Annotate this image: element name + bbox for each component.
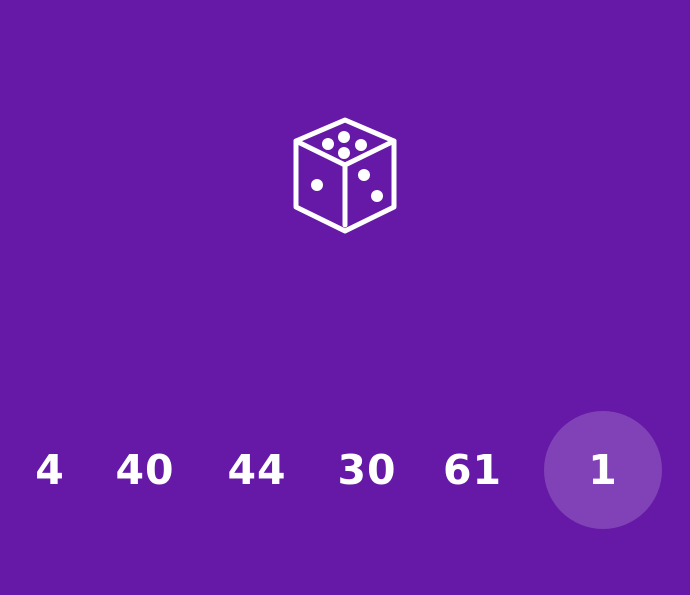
history-number[interactable]: 40 xyxy=(100,410,190,530)
history-number[interactable]: 61 xyxy=(430,410,515,530)
selected-number[interactable]: 1 xyxy=(544,411,662,529)
dice-icon[interactable] xyxy=(286,115,404,237)
random-number-screen: 4 40 44 30 61 1 xyxy=(0,0,690,595)
history-number[interactable]: 44 xyxy=(212,410,302,530)
history-number[interactable]: 30 xyxy=(322,410,412,530)
history-number[interactable]: 4 xyxy=(20,410,80,530)
number-history: 4 40 44 30 61 1 xyxy=(0,410,690,530)
